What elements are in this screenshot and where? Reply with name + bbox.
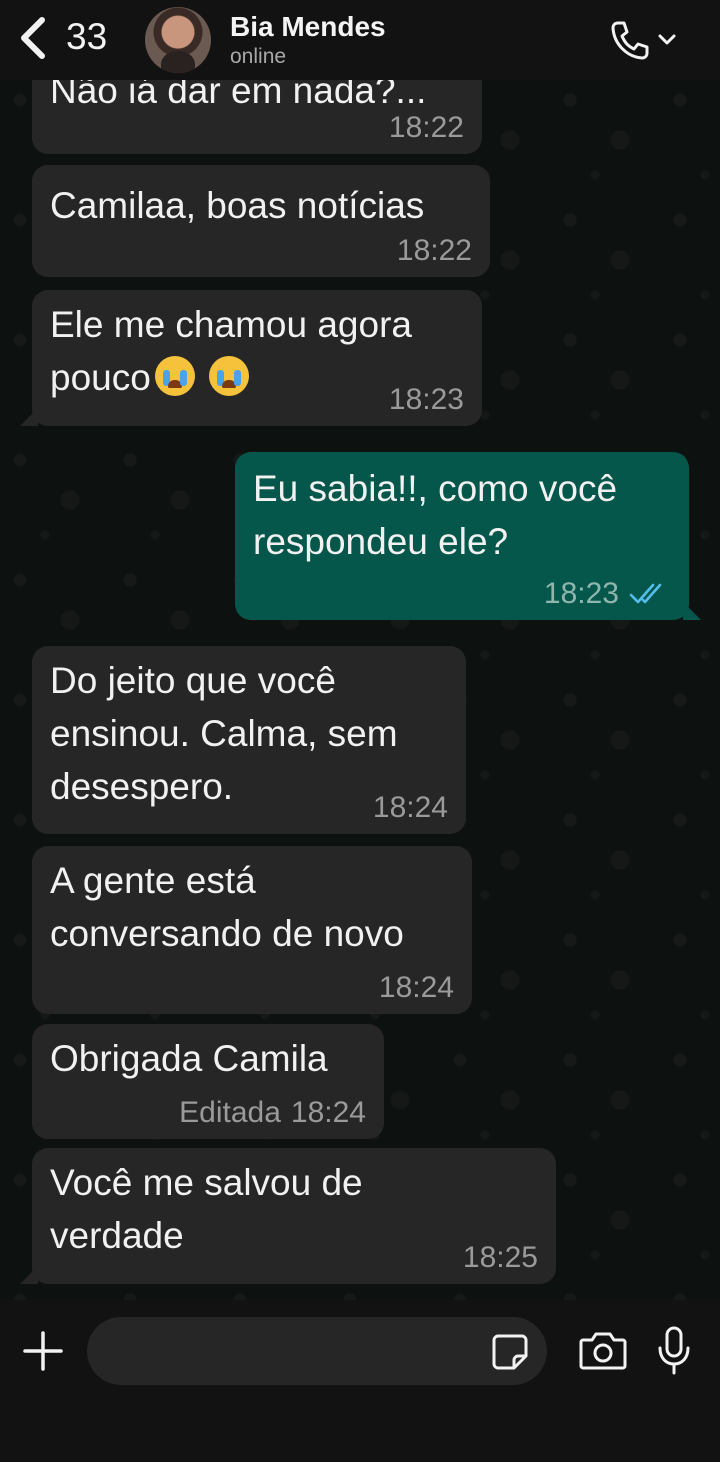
message-bubble[interactable]: Ele me chamou agora pouco 18:23 [20, 290, 482, 426]
message-time: 18:23 [388, 383, 464, 416]
message-text: A gente está conversando de novo [50, 860, 404, 954]
microphone-icon[interactable] [656, 1326, 692, 1376]
call-button[interactable] [608, 16, 684, 64]
camera-icon[interactable] [578, 1330, 628, 1372]
message-bubble[interactable]: Do jeito que você ensinou. Calma, sem de… [32, 646, 466, 834]
message-text: Obrigada Camila [50, 1038, 328, 1079]
message-bubble[interactable]: Obrigada Camila Editada 18:24 [32, 1024, 384, 1139]
message-time: 18:24 [290, 1096, 366, 1129]
bubble-tail [20, 408, 38, 426]
chevron-left-icon[interactable] [14, 14, 50, 62]
chevron-down-icon [658, 34, 676, 45]
bubble-tail [683, 602, 701, 620]
contact-name[interactable]: Bia Mendes [230, 11, 386, 43]
bubble-tail [20, 1266, 38, 1284]
message-bubble[interactable]: Você me salvou de verdade 18:25 [20, 1148, 556, 1284]
message-time: 18:22 [388, 111, 464, 144]
chat-header: 33 Bia Mendes online [0, 0, 720, 80]
composer-bar [0, 1300, 720, 1462]
message-input[interactable] [87, 1317, 547, 1385]
message-time: 18:23 [543, 577, 619, 610]
message-time: 18:25 [462, 1241, 538, 1274]
message-time: 18:24 [372, 791, 448, 824]
message-text: Camilaa, boas notícias [50, 185, 425, 226]
message-bubble[interactable]: Não iá dar em nada?... 18:22 [32, 80, 482, 154]
contact-status: online [230, 45, 287, 68]
message-time: 18:24 [378, 971, 454, 1004]
phone-icon [611, 21, 649, 60]
read-receipt-icon [629, 583, 662, 604]
unread-count[interactable]: 33 [66, 16, 107, 58]
chat-area[interactable]: Não iá dar em nada?... 18:22 Camilaa, bo… [0, 80, 720, 1300]
message-text: Eu sabia!!, como você respondeu ele? [253, 468, 618, 562]
message-bubble[interactable]: Camilaa, boas notícias 18:22 [32, 165, 490, 277]
message-bubble-outgoing[interactable]: Eu sabia!!, como você respondeu ele? 18:… [235, 452, 701, 620]
message-bubble[interactable]: A gente está conversando de novo 18:24 [32, 846, 472, 1014]
plus-icon[interactable] [22, 1330, 64, 1372]
message-time: 18:22 [396, 234, 472, 267]
edited-label: Editada [179, 1096, 281, 1129]
crying-emoji-icon [209, 356, 250, 396]
avatar[interactable] [145, 7, 211, 73]
sticker-icon[interactable] [490, 1332, 530, 1372]
crying-emoji-icon [154, 356, 195, 396]
